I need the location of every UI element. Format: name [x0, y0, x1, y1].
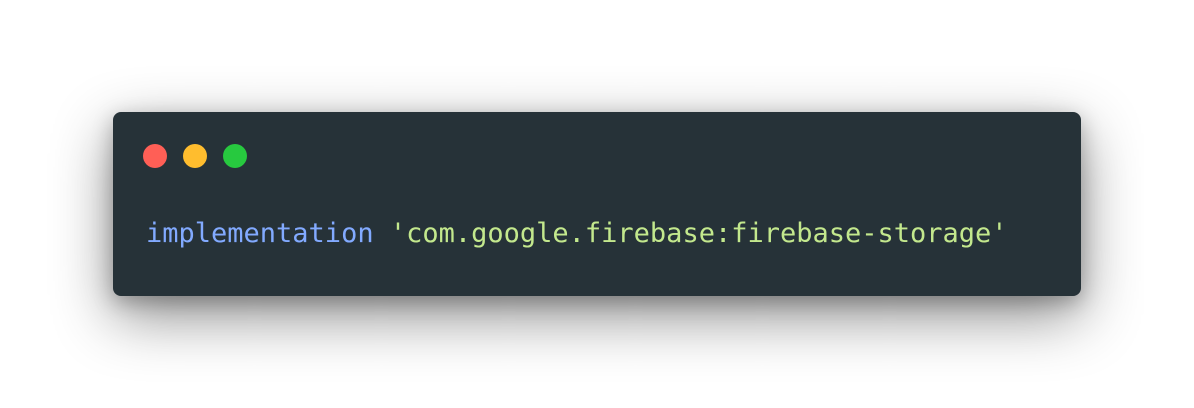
minimize-button[interactable]	[183, 144, 207, 168]
code-string: 'com.google.firebase:firebase-storage'	[389, 218, 1008, 249]
code-line: implementation 'com.google.firebase:fire…	[146, 216, 1008, 252]
window-controls	[143, 144, 247, 168]
code-window: implementation 'com.google.firebase:fire…	[113, 112, 1081, 296]
maximize-button[interactable]	[223, 144, 247, 168]
close-button[interactable]	[143, 144, 167, 168]
code-keyword: implementation	[146, 218, 374, 249]
